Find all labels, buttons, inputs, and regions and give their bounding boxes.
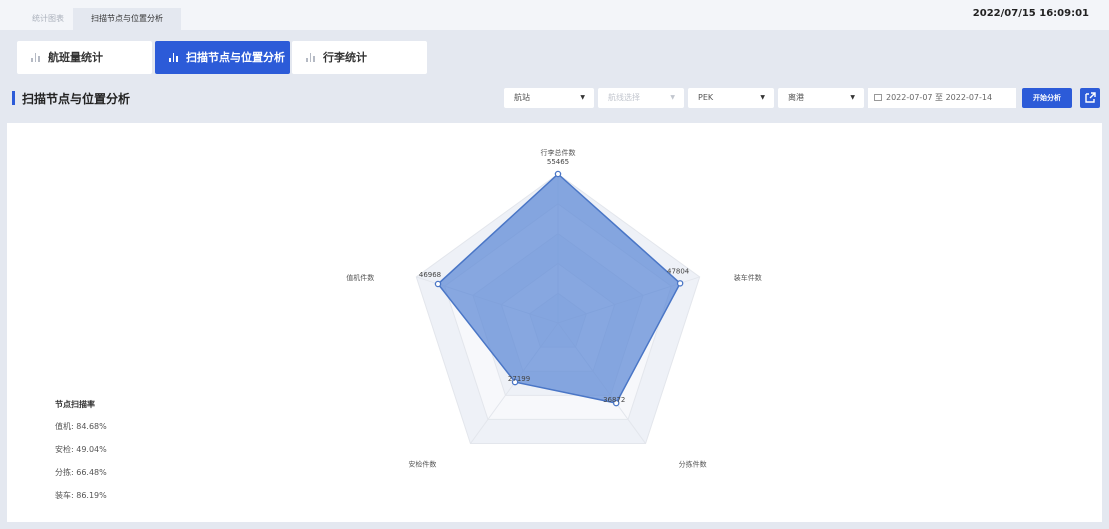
radar-indicator-label: 装车件数	[734, 273, 762, 282]
card-label: 行李统计	[323, 51, 367, 64]
analyze-button[interactable]: 开始分析	[1022, 88, 1072, 108]
radar-value-label: 46968	[419, 271, 441, 279]
radar-indicator-label: 行李总件数	[541, 148, 576, 157]
tab-chart[interactable]: 统计图表	[20, 8, 76, 30]
direction-select[interactable]: 离港 ▼	[778, 88, 864, 108]
card-label: 航班量统计	[48, 51, 103, 64]
tab-scan-analysis[interactable]: 扫描节点与位置分析	[73, 8, 181, 30]
direction-select-value: 离港	[788, 93, 804, 102]
radar-indicator-label: 值机件数	[346, 273, 374, 282]
route-select-placeholder: 航线选择	[608, 93, 640, 102]
calendar-icon	[874, 94, 882, 101]
terminal-select-value: 航站	[514, 93, 530, 102]
datetime: 2022/07/15 16:09:01	[972, 8, 1089, 19]
radar-point	[554, 170, 562, 178]
date-range-picker[interactable]: 2022-07-07 至 2022-07-14	[868, 88, 1016, 108]
caret-down-icon: ▼	[670, 94, 675, 101]
caret-down-icon: ▼	[760, 94, 765, 101]
radar-point	[434, 280, 442, 288]
section-title: 扫描节点与位置分析	[22, 92, 131, 106]
export-button[interactable]	[1080, 88, 1100, 108]
terminal-select[interactable]: 航站 ▼	[504, 88, 594, 108]
date-to: 2022-07-14	[945, 93, 993, 102]
card-baggage-stats[interactable]: 行李统计	[292, 41, 427, 74]
airport-select[interactable]: PEK ▼	[688, 88, 774, 108]
export-icon	[1085, 92, 1096, 103]
radar-indicator-label: 分拣件数	[679, 460, 707, 469]
radar-value-label: 55465	[547, 158, 569, 166]
node-scan-rates-title: 节点扫描率	[55, 400, 95, 409]
date-from: 2022-07-07	[886, 93, 933, 102]
rate-checkin: 值机: 84.68%	[55, 422, 107, 431]
radar-chart: 55465 47804 36872 27199 46968 行李总件数装车件数分拣件数 安检…	[346, 148, 762, 469]
bar-chart-icon	[31, 53, 40, 62]
bar-chart-icon	[306, 53, 315, 62]
caret-down-icon: ▼	[850, 94, 855, 101]
card-flight-stats[interactable]: 航班量统计	[17, 41, 152, 74]
node-scan-rates: 节点扫描率 值机: 84.68% 安检: 49.04% 分拣: 66.48% 装…	[55, 399, 107, 513]
rate-security: 安检: 49.04%	[55, 445, 107, 454]
rate-sorting: 分拣: 66.48%	[55, 468, 107, 477]
radar-value-label: 36872	[603, 396, 625, 404]
top-bar: 统计图表 扫描节点与位置分析 2022/07/15 16:09:01	[0, 0, 1109, 30]
bar-chart-icon	[169, 53, 178, 62]
radar-point	[676, 280, 684, 287]
airport-select-value: PEK	[698, 93, 714, 102]
caret-down-icon: ▼	[580, 94, 585, 101]
section-accent	[12, 91, 15, 105]
card-label: 扫描节点与位置分析	[186, 51, 285, 64]
card-scan-analysis[interactable]: 扫描节点与位置分析	[155, 41, 290, 74]
route-select[interactable]: 航线选择 ▼	[598, 88, 684, 108]
radar-indicator-label: 安检件数	[408, 460, 436, 469]
chart-panel: 55465 47804 36872 27199 46968 行李总件数装车件数分拣件数 安检…	[7, 123, 1102, 522]
rate-loading: 装车: 86.19%	[55, 491, 107, 500]
radar-value-label: 27199	[508, 375, 530, 383]
radar-value-label: 47804	[667, 267, 690, 275]
date-separator: 至	[935, 93, 944, 102]
